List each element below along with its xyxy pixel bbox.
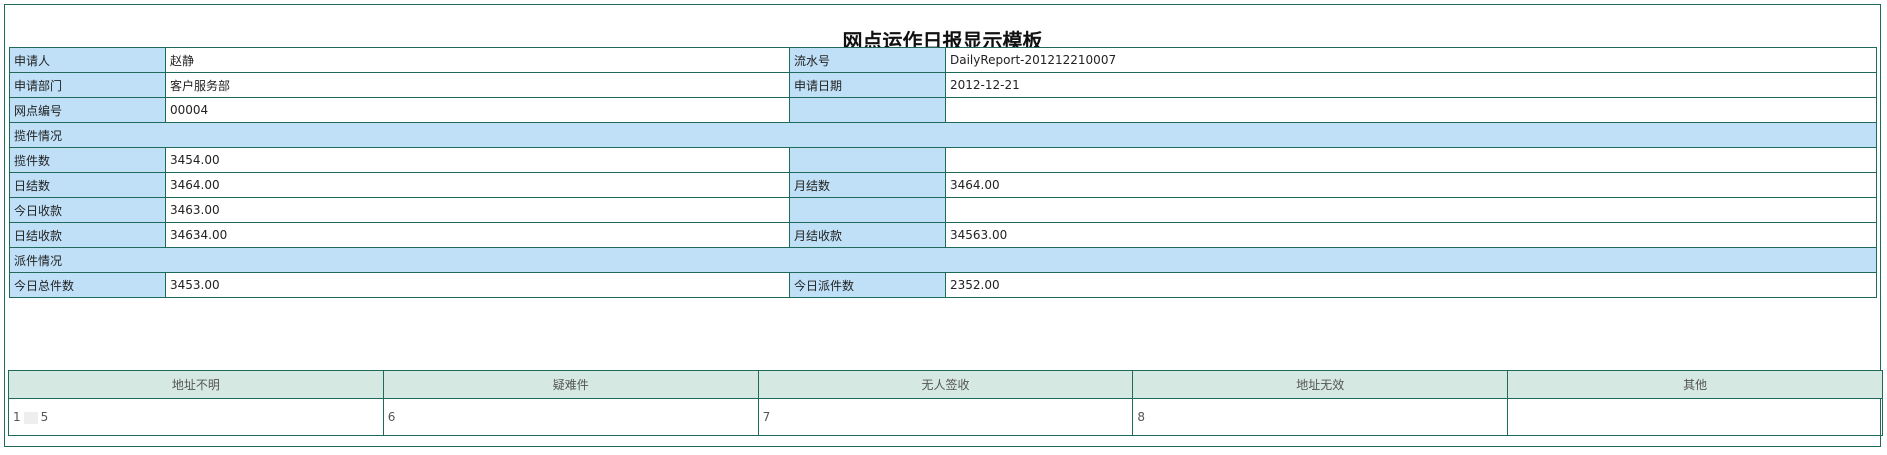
table-row: 揽件情况 xyxy=(9,122,1877,148)
stats-header: 地址不明 xyxy=(8,370,384,399)
applicant-label: 申请人 xyxy=(9,47,166,73)
stats-prefix: 1 xyxy=(13,410,21,424)
table-row: 申请部门 客户服务部 申请日期 2012-12-21 xyxy=(9,72,1877,98)
stats-cell xyxy=(1507,398,1883,436)
stats-value-row: 15 6 7 8 xyxy=(8,398,1883,436)
stats-header: 地址无效 xyxy=(1132,370,1509,399)
stats-header: 无人签收 xyxy=(757,370,1134,399)
date-label: 申请日期 xyxy=(789,72,946,98)
empty-label xyxy=(789,197,946,223)
stats-cell: 8 xyxy=(1132,398,1509,436)
today-delivered-label: 今日派件数 xyxy=(789,272,946,298)
serial-label: 流水号 xyxy=(789,47,946,73)
pickup-count-label: 揽件数 xyxy=(9,147,166,173)
stats-value: 8 xyxy=(1137,410,1146,424)
stats-value: 6 xyxy=(387,410,396,424)
date-value: 2012-12-21 xyxy=(945,72,1877,98)
stats-value: 5 xyxy=(40,410,49,424)
empty-value xyxy=(945,97,1877,123)
table-row: 今日总件数 3453.00 今日派件数 2352.00 xyxy=(9,272,1877,298)
empty-label xyxy=(789,147,946,173)
monthly-settle-value: 3464.00 xyxy=(945,172,1877,198)
empty-value xyxy=(945,147,1877,173)
empty-value xyxy=(945,197,1877,223)
today-total-label: 今日总件数 xyxy=(9,272,166,298)
stats-header-row: 地址不明 疑难件 无人签收 地址无效 其他 xyxy=(8,370,1883,399)
table-row: 揽件数 3454.00 xyxy=(9,147,1877,173)
stats-header: 其他 xyxy=(1507,370,1883,399)
stats-cell: 7 xyxy=(758,398,1134,436)
stats-cell: 15 xyxy=(8,398,384,436)
daily-receipt-value: 34634.00 xyxy=(165,222,790,248)
stats-header: 疑难件 xyxy=(382,370,759,399)
pickup-count-value: 3454.00 xyxy=(165,147,790,173)
exception-stats-table: 地址不明 疑难件 无人签收 地址无效 其他 15 6 7 8 xyxy=(8,370,1883,436)
daily-settle-value: 3464.00 xyxy=(165,172,790,198)
delivery-section-header: 派件情况 xyxy=(9,247,1877,273)
table-row: 派件情况 xyxy=(9,247,1877,273)
stats-cell: 6 xyxy=(383,398,759,436)
monthly-receipt-value: 34563.00 xyxy=(945,222,1877,248)
empty-label xyxy=(789,97,946,123)
table-row: 日结收款 34634.00 月结收款 34563.00 xyxy=(9,222,1877,248)
today-receipt-label: 今日收款 xyxy=(9,197,166,223)
table-row: 网点编号 00004 xyxy=(9,97,1877,123)
daily-receipt-label: 日结收款 xyxy=(9,222,166,248)
daily-settle-label: 日结数 xyxy=(9,172,166,198)
branch-no-label: 网点编号 xyxy=(9,97,166,123)
department-value: 客户服务部 xyxy=(165,72,790,98)
placeholder-box-icon xyxy=(23,411,38,424)
table-row: 今日收款 3463.00 xyxy=(9,197,1877,223)
stats-value: 7 xyxy=(762,410,771,424)
pickup-section-header: 揽件情况 xyxy=(9,122,1877,148)
branch-no-value: 00004 xyxy=(165,97,790,123)
monthly-receipt-label: 月结收款 xyxy=(789,222,946,248)
today-receipt-value: 3463.00 xyxy=(165,197,790,223)
monthly-settle-label: 月结数 xyxy=(789,172,946,198)
department-label: 申请部门 xyxy=(9,72,166,98)
table-row: 申请人 赵静 流水号 DailyReport-201212210007 xyxy=(9,47,1877,73)
serial-value: DailyReport-201212210007 xyxy=(945,47,1877,73)
table-row: 日结数 3464.00 月结数 3464.00 xyxy=(9,172,1877,198)
report-table: 申请人 赵静 流水号 DailyReport-201212210007 申请部门… xyxy=(9,47,1877,298)
today-total-value: 3453.00 xyxy=(165,272,790,298)
applicant-value: 赵静 xyxy=(165,47,790,73)
today-delivered-value: 2352.00 xyxy=(945,272,1877,298)
